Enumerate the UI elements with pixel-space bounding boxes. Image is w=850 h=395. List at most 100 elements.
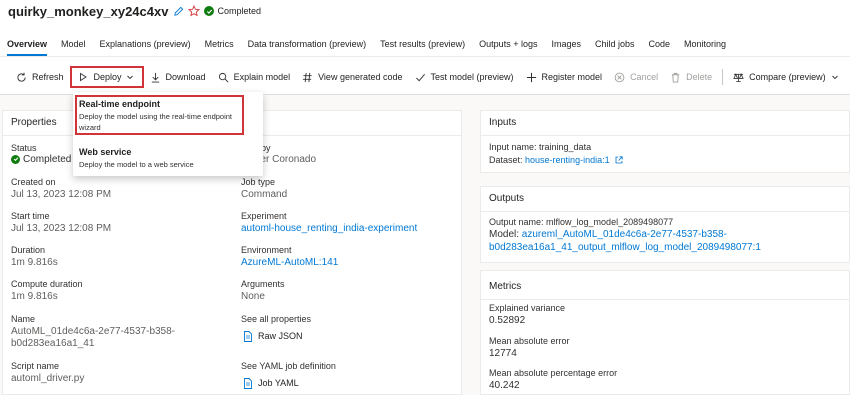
compare-label: Compare (preview) — [749, 72, 826, 82]
cancel-label: Cancel — [630, 72, 659, 82]
job-yaml-link[interactable]: Job YAML — [243, 378, 299, 389]
input-name: Input name: training_data — [489, 142, 592, 152]
view-generated-code-label: View generated code — [318, 72, 403, 82]
outputs-header-divider — [481, 211, 849, 212]
deploy-button[interactable]: Deploy — [69, 66, 144, 88]
play-icon — [78, 72, 89, 83]
delete-label: Delete — [686, 72, 713, 82]
raw-json-link[interactable]: Raw JSON — [243, 331, 303, 342]
script-name-value: automl_driver.py — [11, 373, 85, 384]
test-model-button[interactable]: Test model (preview) — [409, 66, 520, 88]
hash-icon — [302, 72, 313, 83]
toolbar-divider — [722, 69, 724, 85]
created-on-label: Created on — [11, 177, 56, 187]
status-value: Completed — [11, 154, 71, 165]
refresh-icon — [16, 72, 27, 83]
completed-check-icon — [204, 6, 215, 16]
tab-data-transformation[interactable]: Data transformation (preview) — [241, 36, 374, 56]
favorite-star-icon[interactable] — [188, 5, 201, 17]
raw-json-label: Raw JSON — [258, 331, 303, 341]
tab-divider — [0, 56, 850, 57]
status-label: Status — [11, 143, 37, 153]
deploy-dropdown-menu: Real-time endpoint Deploy the model usin… — [73, 92, 263, 176]
arguments-value: None — [241, 291, 265, 302]
metric-value: 40.242 — [489, 380, 520, 391]
metrics-title: Metrics — [489, 281, 522, 292]
tab-outputs-logs[interactable]: Outputs + logs — [472, 36, 544, 56]
chevron-down-icon — [125, 72, 136, 83]
outputs-title: Outputs — [489, 193, 525, 204]
document-icon — [243, 331, 253, 342]
edit-pencil-icon[interactable] — [172, 5, 184, 17]
metrics-card: Metrics Explained variance 0.52892 Mean … — [480, 270, 850, 395]
register-model-label: Register model — [541, 72, 603, 82]
arguments-label: Arguments — [241, 279, 285, 289]
download-button[interactable]: Download — [144, 66, 212, 88]
delete-button[interactable]: Delete — [664, 66, 718, 88]
plus-icon — [526, 72, 537, 83]
name-value-line2: b0d283ea16a1_41 — [11, 338, 95, 349]
cancel-button[interactable]: Cancel — [608, 66, 664, 88]
test-model-label: Test model (preview) — [430, 72, 514, 82]
web-service-description: Deploy the model to a web service — [79, 160, 194, 169]
check-icon — [415, 72, 426, 83]
model-link-line2[interactable]: b0d283ea16a1_41_output_mlflow_log_model_… — [489, 242, 761, 253]
see-all-properties-label: See all properties — [241, 314, 312, 324]
view-generated-code-button[interactable]: View generated code — [296, 66, 408, 88]
tab-bar: Overview Model Explanations (preview) Me… — [0, 36, 733, 56]
tab-metrics[interactable]: Metrics — [198, 36, 241, 56]
created-on-value: Jul 13, 2023 12:08 PM — [11, 189, 112, 200]
start-time-value: Jul 13, 2023 12:08 PM — [11, 223, 112, 234]
register-model-button[interactable]: Register model — [520, 66, 609, 88]
model-prefix: Model: — [489, 229, 522, 240]
magnifier-icon — [218, 72, 229, 83]
external-link-icon[interactable] — [615, 156, 623, 166]
metrics-header-divider — [481, 299, 849, 300]
start-time-label: Start time — [11, 211, 50, 221]
tab-child-jobs[interactable]: Child jobs — [588, 36, 642, 56]
metric-label: Mean absolute error — [489, 336, 570, 346]
name-value-line1: AutoML_01de4c6a-2e77-4537-b358- — [11, 326, 176, 337]
environment-label: Environment — [241, 245, 292, 255]
environment-link[interactable]: AzureML-AutoML:141 — [241, 257, 338, 268]
inputs-title: Inputs — [489, 117, 517, 128]
output-name: Output name: mlflow_log_model_2089498077 — [489, 217, 674, 227]
job-yaml-label: Job YAML — [258, 378, 299, 388]
job-type-label: Job type — [241, 177, 276, 187]
refresh-label: Refresh — [32, 72, 64, 82]
status-value-text: Completed — [23, 154, 72, 165]
explain-model-label: Explain model — [233, 72, 291, 82]
tab-test-results[interactable]: Test results (preview) — [373, 36, 472, 56]
duration-value: 1m 9.816s — [11, 257, 58, 268]
tab-explanations[interactable]: Explanations (preview) — [93, 36, 198, 56]
metric-value: 12774 — [489, 348, 517, 359]
refresh-button[interactable]: Refresh — [10, 66, 70, 88]
job-status: Completed — [217, 6, 261, 16]
experiment-label: Experiment — [241, 211, 287, 221]
download-label: Download — [165, 72, 206, 82]
compare-button[interactable]: Compare (preview) — [727, 66, 847, 88]
tab-monitoring[interactable]: Monitoring — [677, 36, 733, 56]
compare-scale-icon — [733, 72, 744, 83]
job-title: quirky_monkey_xy24c4xv — [8, 3, 169, 19]
tab-code[interactable]: Code — [642, 36, 678, 56]
status-check-icon — [11, 154, 20, 164]
compute-duration-label: Compute duration — [11, 279, 83, 289]
inputs-header-divider — [481, 135, 849, 136]
explain-model-button[interactable]: Explain model — [212, 66, 297, 88]
yaml-document-icon — [243, 378, 253, 389]
tab-images[interactable]: Images — [544, 36, 588, 56]
cancel-circle-icon — [614, 72, 625, 83]
menu-item-web-service[interactable]: Web service Deploy the model to a web se… — [73, 143, 263, 174]
web-service-title: Web service — [79, 147, 132, 157]
command-toolbar: Refresh Deploy Download Explain model Vi… — [0, 64, 850, 90]
tab-overview[interactable]: Overview — [0, 36, 54, 56]
dataset-link[interactable]: house-renting-india:1 — [525, 155, 610, 165]
experiment-link[interactable]: automl-house_renting_india-experiment — [241, 223, 417, 234]
model-link-line1[interactable]: azureml_AutoML_01de4c6a-2e77-4537-b358- — [522, 229, 727, 240]
job-type-value: Command — [241, 189, 288, 200]
trash-icon — [670, 72, 681, 83]
dataset-row: Dataset: house-renting-india:1 — [489, 155, 623, 166]
name-label: Name — [11, 314, 36, 324]
tab-model[interactable]: Model — [54, 36, 93, 56]
